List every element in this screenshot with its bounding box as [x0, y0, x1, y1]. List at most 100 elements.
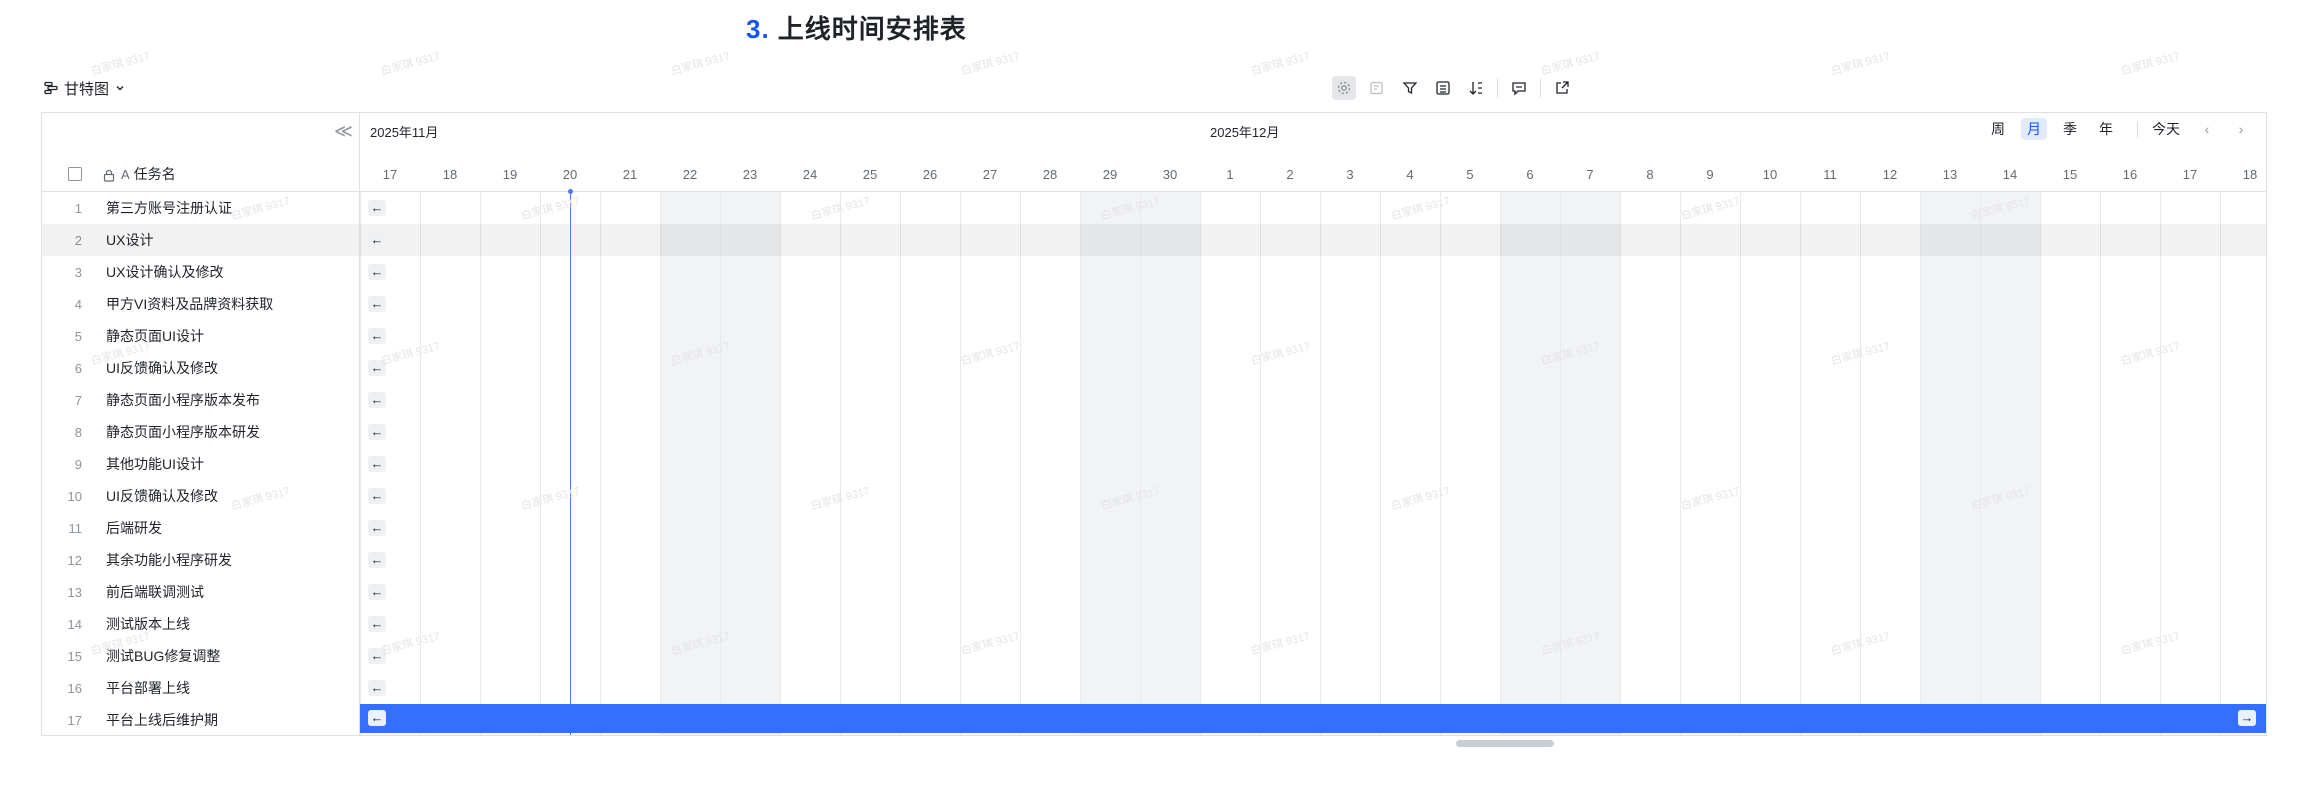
next-icon[interactable]: ›: [2232, 121, 2250, 137]
day-label: 8: [1646, 166, 1654, 182]
task-row[interactable]: 16 平台部署上线: [42, 672, 359, 704]
scroll-to-task-icon[interactable]: ←: [368, 680, 386, 696]
task-row[interactable]: 12 其余功能小程序研发: [42, 544, 359, 576]
comment-button[interactable]: [1507, 76, 1531, 100]
card-settings-button[interactable]: [1365, 76, 1389, 100]
day-column: [1920, 192, 1980, 735]
task-row[interactable]: 1 第三方账号注册认证: [42, 192, 359, 224]
comment-icon: [1512, 82, 1526, 96]
task-row[interactable]: 7 静态页面小程序版本发布: [42, 384, 359, 416]
scroll-to-task-icon[interactable]: ←: [368, 200, 386, 216]
task-name: UX设计确认及修改: [106, 264, 224, 280]
scroll-to-task-icon[interactable]: ←: [368, 392, 386, 408]
scale-option[interactable]: 周: [1985, 118, 2011, 140]
selected-row[interactable]: ← →: [360, 704, 2266, 733]
task-row[interactable]: 3 UX设计确认及修改: [42, 256, 359, 288]
day-label: 12: [1882, 166, 1898, 182]
share-button[interactable]: [1550, 76, 1574, 100]
scale-option[interactable]: 月: [2021, 118, 2047, 140]
filter-icon: [1402, 82, 1418, 95]
settings-button[interactable]: [1332, 76, 1356, 100]
row-hover-highlight: [42, 224, 359, 256]
day-label: 1: [1226, 166, 1234, 182]
scroll-to-task-icon[interactable]: ←: [368, 296, 386, 312]
task-row[interactable]: 4 甲方VI资料及品牌资料获取: [42, 288, 359, 320]
sort-button[interactable]: [1464, 76, 1488, 100]
day-column: [1140, 192, 1200, 735]
task-row[interactable]: 10 UI反馈确认及修改: [42, 480, 359, 512]
today-button[interactable]: 今天: [2152, 119, 2180, 139]
row-index: 11: [68, 520, 83, 536]
day-column: [1860, 192, 1920, 735]
row-index: 8: [74, 424, 82, 440]
watermark: 白家琪 9317: [1249, 50, 1312, 78]
day-column: [420, 192, 480, 735]
scroll-to-task-icon[interactable]: ←: [368, 584, 386, 600]
view-switcher[interactable]: 甘特图: [44, 76, 131, 100]
scroll-to-task-icon[interactable]: ←: [368, 552, 386, 568]
row-index: 13: [67, 584, 82, 600]
column-title[interactable]: 任务名: [134, 164, 176, 184]
task-row[interactable]: 13 前后端联调测试: [42, 576, 359, 608]
scale-options: 周月季年: [1975, 118, 2119, 140]
scroll-to-task-icon[interactable]: ←: [368, 264, 386, 280]
task-name: 平台部署上线: [106, 680, 190, 696]
today-marker: [570, 191, 571, 735]
row-index: 5: [74, 328, 82, 344]
scale-divider: [2137, 121, 2138, 137]
row-index: 12: [67, 552, 82, 568]
day-label: 15: [2062, 166, 2078, 182]
day-label: 17: [382, 166, 398, 182]
watermark: 白家琪 9317: [669, 50, 732, 78]
scroll-to-task-icon[interactable]: ←: [368, 456, 386, 472]
day-column: [1320, 192, 1380, 735]
text-field-icon: A: [121, 166, 130, 182]
row-index: 3: [74, 264, 82, 280]
heading-title: 上线时间安排表: [777, 14, 967, 44]
day-label: 4: [1406, 166, 1414, 182]
scroll-to-task-icon[interactable]: ←: [368, 328, 386, 344]
collapse-panel-icon[interactable]: ≪: [334, 122, 353, 140]
chevron-down-icon: [116, 86, 124, 91]
scroll-to-task-icon[interactable]: ←: [368, 232, 386, 248]
watermark: 白家琪 9317: [379, 50, 442, 78]
lock-icon: [103, 169, 115, 182]
day-column: [1740, 192, 1800, 735]
row-index: 16: [67, 680, 82, 696]
row-index: 6: [74, 360, 82, 376]
scroll-to-task-icon[interactable]: ←: [368, 520, 386, 536]
scroll-to-task-icon[interactable]: ←: [368, 424, 386, 440]
task-row[interactable]: 8 静态页面小程序版本研发: [42, 416, 359, 448]
select-all-checkbox[interactable]: [68, 167, 82, 181]
day-column: [1980, 192, 2040, 735]
toolbar-divider: [1540, 79, 1541, 97]
scale-option[interactable]: 季: [2057, 118, 2083, 140]
task-row[interactable]: 11 后端研发: [42, 512, 359, 544]
day-column: [840, 192, 900, 735]
gantt-icon: [44, 81, 58, 95]
scale-option[interactable]: 年: [2093, 118, 2119, 140]
day-column: [480, 192, 540, 735]
watermark: 白家琪 9317: [89, 50, 152, 78]
day-label: 25: [862, 166, 878, 182]
task-row[interactable]: 9 其他功能UI设计: [42, 448, 359, 480]
horizontal-scrollbar[interactable]: [1456, 740, 1554, 747]
scroll-to-task-icon[interactable]: ←: [368, 616, 386, 632]
row-index: 15: [67, 648, 82, 664]
day-column: [720, 192, 780, 735]
prev-icon[interactable]: ‹: [2198, 121, 2216, 137]
task-list-header: A 任务名: [42, 157, 359, 192]
scroll-to-task-icon[interactable]: ←: [368, 488, 386, 504]
task-name: 后端研发: [106, 520, 162, 536]
row-index: 9: [74, 456, 82, 472]
filter-button[interactable]: [1398, 76, 1422, 100]
task-row[interactable]: 14 测试版本上线: [42, 608, 359, 640]
row-index: 7: [74, 392, 82, 408]
day-label: 29: [1102, 166, 1118, 182]
fields-button[interactable]: [1431, 76, 1455, 100]
watermark: 白家琪 9317: [1829, 50, 1892, 78]
task-row[interactable]: 5 静态页面UI设计: [42, 320, 359, 352]
scroll-to-task-icon[interactable]: ←: [368, 710, 386, 726]
task-row[interactable]: 17 平台上线后维护期: [42, 704, 359, 735]
scroll-to-task-end-icon[interactable]: →: [2238, 710, 2256, 726]
